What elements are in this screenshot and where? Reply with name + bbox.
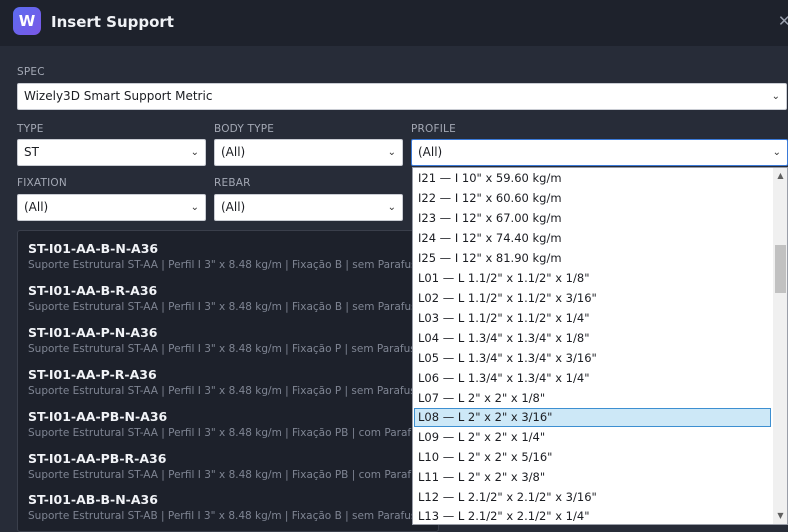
dropdown-option[interactable]: L05 — L 1.3/4" x 1.3/4" x 3/16" bbox=[414, 349, 771, 368]
dropdown-option[interactable]: L04 — L 1.3/4" x 1.3/4" x 1/8" bbox=[414, 329, 771, 348]
results-list: ST-I01-AA-B-N-A36 Suporte Estrutural ST-… bbox=[17, 230, 439, 532]
list-item[interactable]: ST-I01-AA-P-N-A36 Suporte Estrutural ST-… bbox=[28, 325, 428, 355]
result-code: ST-I01-AA-B-N-A36 bbox=[28, 241, 159, 256]
chevron-down-icon: ⌄ bbox=[190, 202, 199, 213]
list-item[interactable]: ST-I01-AB-B-N-A36 Suporte Estrutural ST-… bbox=[28, 492, 428, 522]
dropdown-option-selected[interactable]: L08 — L 2" x 2" x 3/16" bbox=[414, 408, 771, 427]
dropdown-option[interactable]: I25 — I 12" x 81.90 kg/m bbox=[414, 249, 771, 268]
list-item[interactable]: ST-I01-AA-B-R-A36 Suporte Estrutural ST-… bbox=[28, 283, 428, 313]
body-type-label: BODY TYPE bbox=[214, 123, 275, 135]
type-select[interactable]: ST ⌄ bbox=[17, 139, 206, 166]
dropdown-option[interactable]: L10 — L 2" x 2" x 5/16" bbox=[414, 448, 771, 467]
dropdown-option[interactable]: I24 — I 12" x 74.40 kg/m bbox=[414, 229, 771, 248]
result-description: Suporte Estrutural ST-AA | Perfil I 3" x… bbox=[28, 343, 428, 355]
dropdown-option[interactable]: I22 — I 12" x 60.60 kg/m bbox=[414, 189, 771, 208]
dropdown-option[interactable]: I21 — I 10" x 59.60 kg/m bbox=[414, 169, 771, 188]
result-description: Suporte Estrutural ST-AA | Perfil I 3" x… bbox=[28, 427, 428, 439]
chevron-down-icon: ⌄ bbox=[387, 202, 396, 213]
fixation-label: FIXATION bbox=[17, 177, 67, 189]
scroll-up-icon[interactable]: ▲ bbox=[773, 169, 787, 183]
dropdown-scrollbar[interactable]: ▲ ▼ bbox=[773, 168, 787, 524]
list-item[interactable]: ST-I01-AA-PB-N-A36 Suporte Estrutural ST… bbox=[28, 409, 428, 439]
chevron-down-icon: ⌄ bbox=[771, 91, 780, 102]
close-button[interactable]: ✕ bbox=[778, 12, 788, 30]
result-description: Suporte Estrutural ST-AB | Perfil I 3" x… bbox=[28, 510, 428, 522]
list-item[interactable]: ST-I01-AA-PB-R-A36 Suporte Estrutural ST… bbox=[28, 451, 428, 481]
spec-label: SPEC bbox=[17, 66, 45, 78]
spec-select-value: Wizely3D Smart Support Metric bbox=[24, 89, 213, 103]
list-item[interactable]: ST-I01-AA-P-R-A36 Suporte Estrutural ST-… bbox=[28, 367, 428, 397]
chevron-down-icon: ⌄ bbox=[387, 147, 396, 158]
spec-select[interactable]: Wizely3D Smart Support Metric ⌄ bbox=[17, 83, 787, 110]
app-logo-icon: W bbox=[13, 7, 41, 35]
result-description: Suporte Estrutural ST-AA | Perfil I 3" x… bbox=[28, 469, 428, 481]
dropdown-option[interactable]: L02 — L 1.1/2" x 1.1/2" x 3/16" bbox=[414, 289, 771, 308]
profile-label: PROFILE bbox=[411, 123, 456, 135]
rebar-label: REBAR bbox=[214, 177, 251, 189]
profile-select-value: (All) bbox=[418, 145, 443, 159]
dropdown-option[interactable]: I23 — I 12" x 67.00 kg/m bbox=[414, 209, 771, 228]
result-description: Suporte Estrutural ST-AA | Perfil I 3" x… bbox=[28, 385, 428, 397]
title-bar: W Insert Support ✕ bbox=[0, 0, 788, 46]
result-code: ST-I01-AA-PB-N-A36 bbox=[28, 409, 168, 424]
scrollbar-thumb[interactable] bbox=[775, 245, 786, 293]
result-code: ST-I01-AA-P-N-A36 bbox=[28, 325, 158, 340]
type-select-value: ST bbox=[24, 145, 39, 159]
type-label: TYPE bbox=[17, 123, 44, 135]
dropdown-option[interactable]: L11 — L 2" x 2" x 3/8" bbox=[414, 468, 771, 487]
chevron-down-icon: ⌄ bbox=[772, 147, 781, 158]
scroll-down-icon[interactable]: ▼ bbox=[773, 509, 787, 523]
result-code: ST-I01-AA-B-R-A36 bbox=[28, 283, 158, 298]
result-code: ST-I01-AA-PB-R-A36 bbox=[28, 451, 167, 466]
dropdown-option[interactable]: L12 — L 2.1/2" x 2.1/2" x 3/16" bbox=[414, 488, 771, 507]
fixation-select-value: (All) bbox=[24, 200, 49, 214]
dropdown-option[interactable]: L06 — L 1.3/4" x 1.3/4" x 1/4" bbox=[414, 369, 771, 388]
dropdown-option[interactable]: L01 — L 1.1/2" x 1.1/2" x 1/8" bbox=[414, 269, 771, 288]
rebar-select-value: (All) bbox=[221, 200, 246, 214]
rebar-select[interactable]: (All) ⌄ bbox=[214, 194, 403, 221]
profile-select[interactable]: (All) ⌄ bbox=[411, 139, 788, 166]
list-item[interactable]: ST-I01-AA-B-N-A36 Suporte Estrutural ST-… bbox=[28, 241, 428, 271]
dropdown-option[interactable]: L09 — L 2" x 2" x 1/4" bbox=[414, 428, 771, 447]
chevron-down-icon: ⌄ bbox=[190, 147, 199, 158]
result-description: Suporte Estrutural ST-AA | Perfil I 3" x… bbox=[28, 259, 428, 271]
body-type-select-value: (All) bbox=[221, 145, 246, 159]
window-title: Insert Support bbox=[51, 13, 174, 31]
profile-dropdown-list: I21 — I 10" x 59.60 kg/m I22 — I 12" x 6… bbox=[412, 167, 788, 525]
body-type-select[interactable]: (All) ⌄ bbox=[214, 139, 403, 166]
result-description: Suporte Estrutural ST-AA | Perfil I 3" x… bbox=[28, 301, 428, 313]
result-code: ST-I01-AB-B-N-A36 bbox=[28, 492, 158, 507]
fixation-select[interactable]: (All) ⌄ bbox=[17, 194, 206, 221]
dropdown-option[interactable]: L03 — L 1.1/2" x 1.1/2" x 1/4" bbox=[414, 309, 771, 328]
dropdown-option[interactable]: L13 — L 2.1/2" x 2.1/2" x 1/4" bbox=[414, 507, 771, 524]
result-code: ST-I01-AA-P-R-A36 bbox=[28, 367, 157, 382]
dropdown-option[interactable]: L07 — L 2" x 2" x 1/8" bbox=[414, 389, 771, 408]
